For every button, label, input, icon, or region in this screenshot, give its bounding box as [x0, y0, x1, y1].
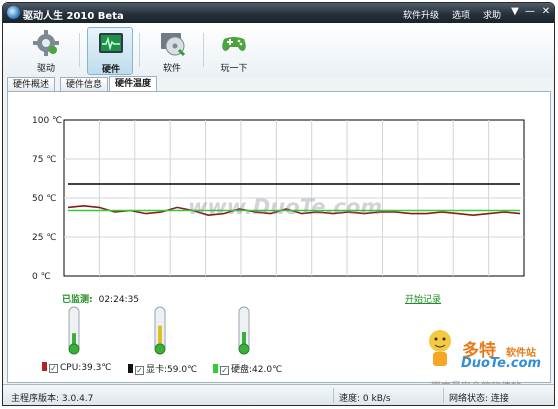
- legend-disk-checkbox[interactable]: ✓: [220, 366, 229, 375]
- title-bar: 驱动人生 2010 Beta 软件升级 选项 求助 ▼ — ✕: [3, 3, 554, 23]
- start-record-link[interactable]: 开始记录: [405, 292, 441, 305]
- legend-cpu-swatch: [42, 362, 47, 371]
- legend-gpu-swatch: [128, 364, 133, 373]
- brand-domain: DuoTe.com: [461, 356, 542, 371]
- toolbar-divider: [139, 33, 140, 67]
- disk-thermometer-icon: [238, 306, 250, 355]
- software-disc-icon: [161, 33, 186, 57]
- menu-software-upgrade[interactable]: 软件升级: [403, 8, 439, 21]
- main-toolbar: 驱动 硬件 软件 玩一下: [3, 23, 554, 77]
- chart-plot-area: [63, 119, 525, 277]
- dropdown-arrow-icon[interactable]: ▼: [508, 5, 522, 19]
- status-divider: [443, 388, 444, 403]
- monitored-duration: 已监测: 02:24:35: [62, 292, 139, 305]
- legend-gpu-checkbox[interactable]: ✓: [135, 366, 144, 375]
- legend-gpu-label: 显卡:59.0℃: [146, 365, 198, 375]
- toolbar-software-label: 软件: [162, 64, 181, 74]
- minimize-icon[interactable]: —: [523, 5, 537, 19]
- version-text: 主程序版本: 3.0.4.7: [11, 394, 94, 404]
- legend-cpu-label: CPU:39.3℃: [60, 363, 112, 373]
- tab-hardware-temperature[interactable]: 硬件温度: [109, 76, 158, 92]
- legend-gpu[interactable]: ✓ 显卡:59.0℃: [128, 362, 198, 375]
- toolbar-hardware-label: 硬件: [101, 65, 120, 75]
- legend-cpu-checkbox[interactable]: ✓: [49, 364, 58, 373]
- toolbar-software-button[interactable]: 软件: [149, 27, 195, 75]
- toolbar-drivers-label: 驱动: [36, 64, 55, 74]
- app-logo-icon: [7, 6, 20, 19]
- gear-icon: [33, 30, 59, 56]
- menu-options[interactable]: 选项: [452, 8, 470, 21]
- close-icon[interactable]: ✕: [539, 5, 553, 19]
- hardware-monitor-icon: [99, 33, 123, 53]
- menu-help[interactable]: 求助: [483, 8, 501, 21]
- gpu-thermometer-icon: [154, 306, 166, 355]
- gamepad-icon: [222, 37, 246, 51]
- app-window: 驱动人生 2010 Beta 软件升级 选项 求助 ▼ — ✕ 驱动 硬件 软件…: [2, 2, 555, 406]
- toolbar-divider: [79, 33, 80, 67]
- cpu-thermometer-icon: [68, 306, 80, 355]
- toolbar-play-button[interactable]: 玩一下: [211, 27, 257, 75]
- monitored-label: 已监测:: [62, 295, 93, 305]
- status-bar: 主程序版本: 3.0.4.7 速度: 0 kB/s 网络状态: 连接: [3, 384, 554, 405]
- toolbar-hardware-button[interactable]: 硬件: [87, 27, 133, 75]
- legend-cpu[interactable]: ✓ CPU:39.3℃: [42, 362, 111, 374]
- legend-disk[interactable]: ✓ 硬盘:42.0℃: [213, 362, 283, 375]
- tab-hardware-overview[interactable]: 硬件概述: [7, 77, 56, 92]
- network-status-text: 网络状态: 连接: [449, 394, 509, 404]
- toolbar-divider: [203, 33, 204, 67]
- status-divider: [333, 388, 334, 403]
- window-title: 驱动人生 2010 Beta: [23, 11, 124, 22]
- legend-disk-swatch: [213, 364, 218, 373]
- speed-text: 速度: 0 kB/s: [339, 394, 391, 404]
- temperature-chart: 100 ℃ 75 ℃ 50 ℃ 25 ℃ 0 ℃ www.DuoTe.com: [8, 92, 552, 292]
- toolbar-drivers-button[interactable]: 驱动: [23, 27, 69, 75]
- watermark-text: www.DuoTe.com: [188, 195, 383, 219]
- monitored-time: 02:24:35: [98, 295, 140, 305]
- tab-bar: 硬件概述 硬件信息 硬件温度: [3, 76, 554, 92]
- toolbar-play-label: 玩一下: [220, 64, 248, 74]
- tab-hardware-info[interactable]: 硬件信息: [60, 77, 109, 92]
- legend-disk-label: 硬盘:42.0℃: [231, 365, 283, 375]
- mascot-logo-icon: [429, 330, 451, 366]
